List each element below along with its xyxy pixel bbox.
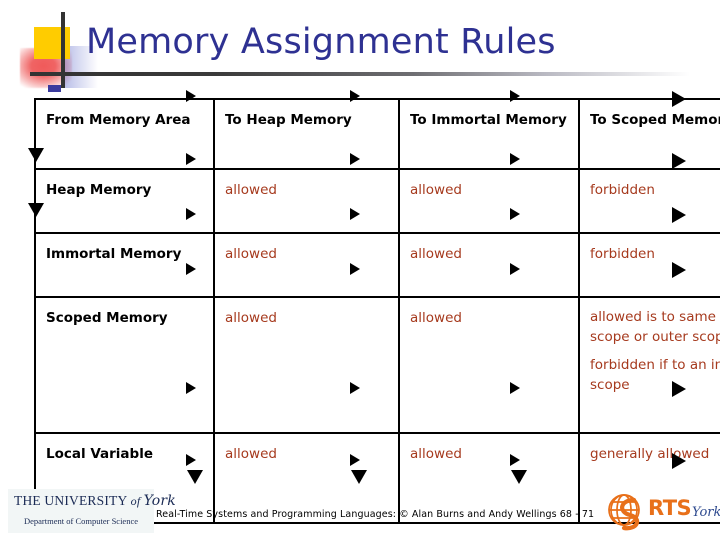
cell-heap-to-heap: allowed bbox=[213, 168, 400, 234]
cell-immortal-to-immortal: allowed bbox=[398, 232, 580, 298]
york-logo-the: THE bbox=[14, 493, 45, 508]
small-blue-square-icon bbox=[48, 85, 61, 92]
globe-icon bbox=[608, 494, 640, 531]
footer-citation: Real-Time Systems and Programming Langua… bbox=[156, 509, 595, 520]
page-title: Memory Assignment Rules bbox=[86, 22, 556, 62]
table-row: Heap Memory allowed allowed forbidden bbox=[34, 168, 720, 234]
york-logo-york: York bbox=[143, 493, 176, 509]
red-gradient-square-icon bbox=[20, 48, 72, 88]
university-of-york-logo: THE UNIVERSITY of York Department of Com… bbox=[8, 489, 176, 533]
cell-immortal-to-scoped: forbidden bbox=[578, 232, 720, 298]
cell-heap-to-scoped: forbidden bbox=[578, 168, 720, 234]
cell-heap-to-immortal: allowed bbox=[398, 168, 580, 234]
table-row: Scoped Memory allowed allowed allowed is… bbox=[34, 296, 720, 434]
york-logo-of: of bbox=[127, 494, 144, 508]
cell-immortal-to-heap: allowed bbox=[213, 232, 400, 298]
table-header-cell-to-heap-memory: To Heap Memory bbox=[213, 98, 400, 170]
table-header-cell-to-scoped-memory: To Scoped Memory bbox=[578, 98, 720, 170]
cell-scoped-to-heap: allowed bbox=[213, 296, 400, 434]
rts-wordmark: RTS bbox=[648, 496, 692, 520]
table-header-cell-to-immortal-memory: To Immortal Memory bbox=[398, 98, 580, 170]
row-label-immortal-memory: Immortal Memory bbox=[34, 232, 215, 298]
vertical-rule bbox=[61, 12, 65, 88]
york-logo-wordmark: THE UNIVERSITY of York bbox=[14, 493, 176, 509]
yellow-square-icon bbox=[34, 27, 70, 59]
row-label-scoped-memory: Scoped Memory bbox=[34, 296, 215, 434]
cell-scoped-to-scoped: allowed is to same scope or outer scope … bbox=[578, 296, 720, 434]
rts-york-wordmark: York bbox=[692, 505, 720, 520]
york-logo-department: Department of Computer Science bbox=[24, 516, 139, 526]
row-label-heap-memory: Heap Memory bbox=[34, 168, 215, 234]
rts-york-logo: RTS York bbox=[604, 487, 720, 535]
scoped-rule-allowed: allowed is to same scope or outer scope bbox=[590, 309, 720, 345]
table-header-cell-from-memory-area: From Memory Area bbox=[34, 98, 215, 170]
table-row: Immortal Memory allowed allowed forbidde… bbox=[34, 232, 720, 298]
york-logo-university: UNIVERSITY bbox=[44, 493, 128, 508]
horizontal-rule bbox=[30, 72, 690, 76]
table-header-row: From Memory Area To Heap Memory To Immor… bbox=[34, 98, 720, 170]
memory-assignment-rules-table: From Memory Area To Heap Memory To Immor… bbox=[34, 98, 720, 524]
cell-scoped-to-immortal: allowed bbox=[398, 296, 580, 434]
scoped-rule-forbidden: forbidden if to an inner scope bbox=[590, 357, 720, 393]
